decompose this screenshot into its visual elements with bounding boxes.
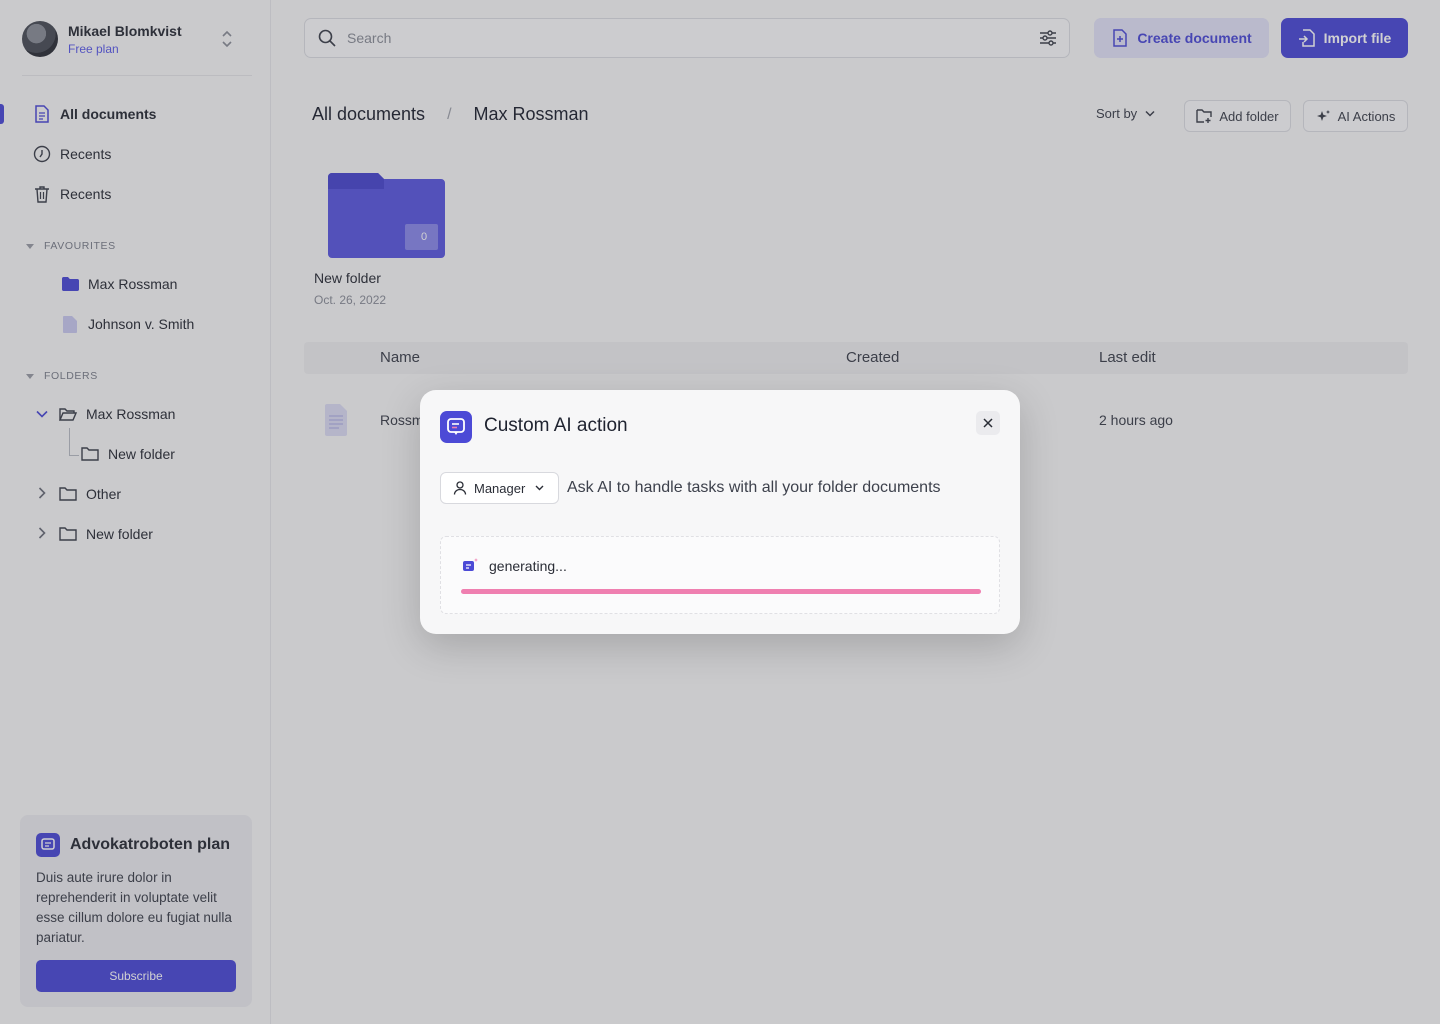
close-icon (983, 418, 993, 428)
role-select-value: Manager (474, 480, 526, 496)
generation-status-text: generating... (489, 558, 567, 574)
modal-title: Custom AI action (484, 415, 628, 436)
progress-fill (461, 589, 981, 594)
app-logo-icon (440, 411, 472, 443)
generation-status-panel: generating... (440, 536, 1000, 614)
custom-ai-action-dialog: Custom AI action Manager Ask AI to handl… (420, 390, 1020, 634)
chevron-down-icon (535, 485, 544, 491)
prompt-text[interactable]: Ask AI to handle tasks with all your fol… (567, 479, 941, 497)
user-icon (453, 481, 467, 495)
ai-sparkle-icon (463, 558, 478, 571)
generation-status: generating... (461, 557, 567, 575)
close-button[interactable] (976, 411, 1000, 435)
role-select[interactable]: Manager (440, 472, 559, 504)
progress-bar (461, 589, 981, 594)
